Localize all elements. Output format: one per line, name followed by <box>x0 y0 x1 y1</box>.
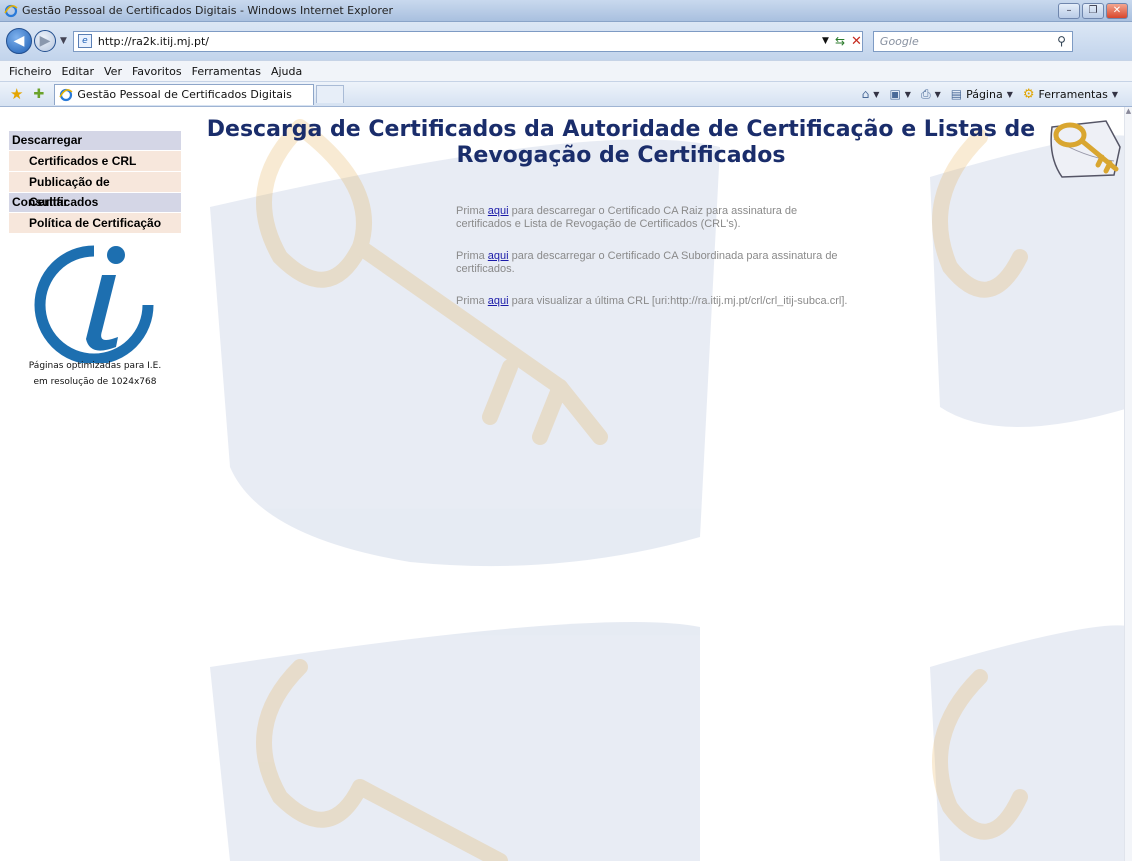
feeds-dropdown-icon[interactable]: ▼ <box>905 90 911 99</box>
feeds-icon[interactable]: ▣ <box>889 87 900 101</box>
page-content: Descarregar Certificados e CRL Publicaçã… <box>0 107 1132 861</box>
menu-ver[interactable]: Ver <box>99 65 127 78</box>
paragraph-crl: Prima aqui para visualizar a última CRL … <box>456 295 848 308</box>
page-title-line2: Revogação de Certificados <box>456 143 786 168</box>
search-input[interactable]: Google ⚲ <box>872 30 1073 52</box>
minimize-button[interactable]: – <box>1058 2 1080 19</box>
print-icon[interactable]: ⎙ <box>921 87 931 102</box>
menu-ficheiro[interactable]: Ficheiro <box>4 65 56 78</box>
favorites-star-icon[interactable]: ★ <box>10 85 23 103</box>
close-button[interactable]: ✕ <box>1106 2 1128 19</box>
paragraph-raiz-prefix: Prima <box>456 205 488 217</box>
scroll-up-icon[interactable]: ▲ <box>1125 107 1132 115</box>
home-dropdown-icon[interactable]: ▼ <box>873 90 879 99</box>
page-title: Descarga de Certificados da Autoridade d… <box>206 117 1036 169</box>
sidebar-menu: Descarregar Certificados e CRL Publicaçã… <box>9 131 181 233</box>
menu-ajuda[interactable]: Ajuda <box>266 65 307 78</box>
history-dropdown-icon[interactable]: ▼ <box>60 36 67 46</box>
sidebar-item-politica[interactable]: Política de Certificação <box>9 213 181 233</box>
download-sub-ca-link[interactable]: aqui <box>488 250 509 262</box>
forward-arrow-icon: ▶ <box>39 33 51 49</box>
page-menu-label[interactable]: Página <box>966 88 1003 101</box>
tab-bar: ★ ✚ Gestão Pessoal de Certificados Digit… <box>0 82 1132 107</box>
download-root-ca-link[interactable]: aqui <box>488 205 509 217</box>
tab-label: Gestão Pessoal de Certificados Digitais <box>77 88 292 101</box>
search-icon[interactable]: ⚲ <box>1057 34 1066 48</box>
view-crl-link[interactable]: aqui <box>488 295 509 307</box>
new-tab-button[interactable] <box>316 85 345 103</box>
optimized-note-line1: Páginas optimizadas para I.E. <box>28 361 162 371</box>
back-arrow-icon: ◀ <box>13 33 25 49</box>
menu-bar: Ficheiro Editar Ver Favoritos Ferramenta… <box>0 60 1132 82</box>
menu-favoritos[interactable]: Favoritos <box>127 65 187 78</box>
page-icon: e <box>77 34 92 48</box>
sidebar-item-certificados-crl[interactable]: Certificados e CRL <box>9 151 181 171</box>
page-menu-icon: ▤ <box>950 87 963 101</box>
paragraph-crl-prefix: Prima <box>456 295 488 307</box>
address-field[interactable]: e http://ra2k.itij.mj.pt/ ▼ ⇆ ✕ <box>72 30 863 52</box>
add-favorites-icon[interactable]: ✚ <box>33 87 44 102</box>
paragraph-raiz: Prima aqui para descarregar o Certificad… <box>456 205 848 231</box>
itij-logo <box>34 245 154 363</box>
window-title: Gestão Pessoal de Certificados Digitais … <box>22 4 393 17</box>
address-toolbar: ◀ ▶ ▼ e http://ra2k.itij.mj.pt/ ▼ ⇆ ✕ Go… <box>0 22 1132 60</box>
optimized-note-line2: em resolução de 1024x768 <box>33 377 157 387</box>
tools-gear-icon: ⚙ <box>1022 86 1035 102</box>
page-title-line1: Descarga de Certificados da Autoridade d… <box>206 117 1036 142</box>
paragraph-subordinada-prefix: Prima <box>456 250 488 262</box>
stop-icon[interactable]: ✕ <box>851 34 862 49</box>
search-placeholder: Google <box>879 34 919 48</box>
sidebar-section-descarregar: Descarregar <box>9 131 181 150</box>
sidebar-item-publicacao[interactable]: Publicação de Certificados <box>9 172 181 209</box>
url-text[interactable]: http://ra2k.itij.mj.pt/ <box>98 35 822 48</box>
tools-menu-label[interactable]: Ferramentas <box>1039 88 1108 101</box>
page-dropdown-icon[interactable]: ▼ <box>1007 90 1013 99</box>
tab-active[interactable]: Gestão Pessoal de Certificados Digitais <box>54 83 315 105</box>
url-dropdown-icon[interactable]: ▼ <box>822 36 829 46</box>
ie-logo-icon <box>59 88 73 101</box>
paragraph-crl-suffix: para visualizar a última CRL [uri:http:/… <box>508 295 848 307</box>
home-icon[interactable]: ⌂ <box>862 87 870 101</box>
paragraph-subordinada: Prima aqui para descarregar o Certificad… <box>456 250 848 276</box>
forward-button[interactable]: ▶ <box>34 30 56 52</box>
ie-logo-icon <box>4 4 18 17</box>
maximize-button[interactable]: ❐ <box>1082 2 1104 19</box>
tools-dropdown-icon[interactable]: ▼ <box>1112 90 1118 99</box>
refresh-icon[interactable]: ⇆ <box>835 34 845 48</box>
menu-editar[interactable]: Editar <box>56 65 99 78</box>
window-title-bar: Gestão Pessoal de Certificados Digitais … <box>0 0 1132 22</box>
print-dropdown-icon[interactable]: ▼ <box>935 90 941 99</box>
vertical-scrollbar[interactable]: ▲ <box>1124 107 1132 861</box>
menu-ferramentas[interactable]: Ferramentas <box>187 65 266 78</box>
certificate-key-icon <box>1050 120 1121 178</box>
back-button[interactable]: ◀ <box>6 28 32 54</box>
paragraph-subordinada-suffix: para descarregar o Certificado CA Subord… <box>456 250 838 275</box>
